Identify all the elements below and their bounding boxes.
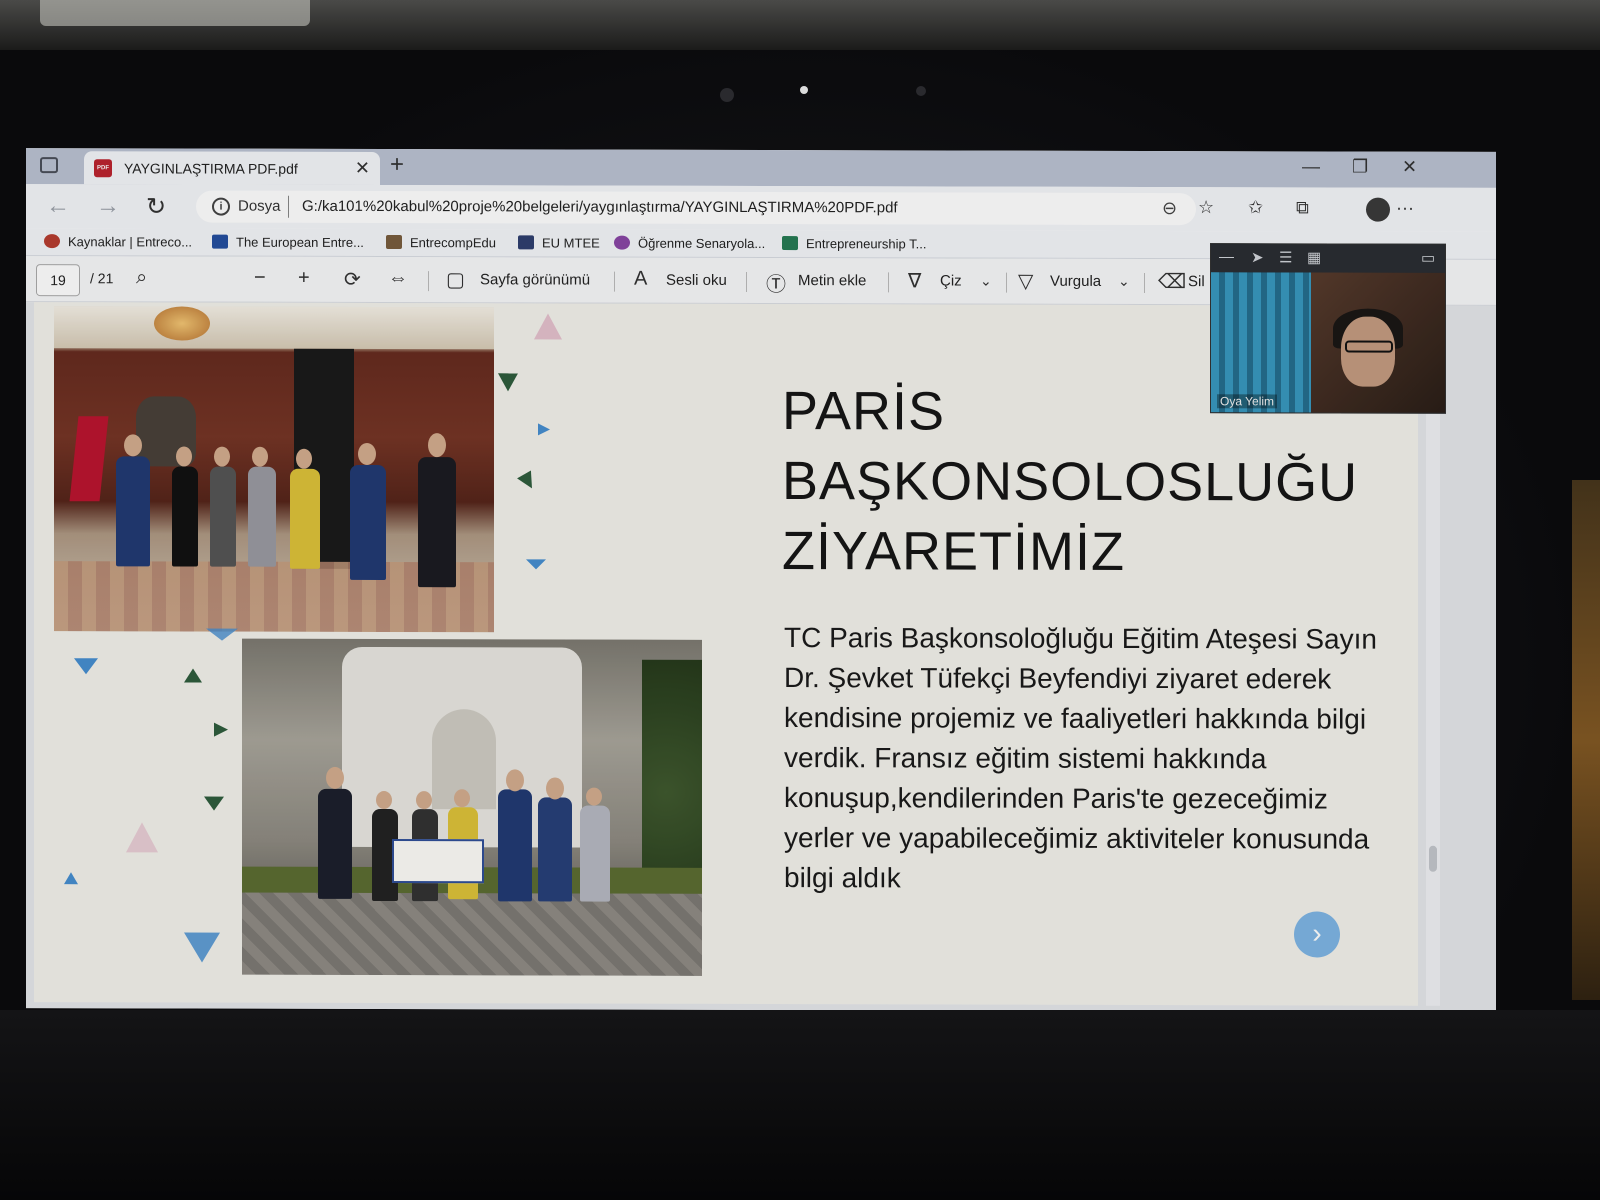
video-call-window[interactable]: — ➤ ☰ ▦ ▭ Oya Yelim xyxy=(1210,243,1446,414)
read-aloud-icon[interactable]: A xyxy=(634,268,647,291)
add-text-icon[interactable]: Ⓣ xyxy=(766,268,786,297)
favorites-icon[interactable]: ✩ xyxy=(1248,197,1263,218)
participant-name: Oya Yelim xyxy=(1217,394,1278,409)
highlight-icon[interactable]: ▽ xyxy=(1018,269,1033,294)
decor-triangle xyxy=(206,628,238,641)
url-text[interactable]: G:/ka101%20kabul%20proje%20belgeleri/yay… xyxy=(302,198,898,217)
pdf-icon: PDF xyxy=(94,159,112,178)
decor-triangle xyxy=(526,559,546,570)
bookmark-icon xyxy=(386,235,402,250)
address-bar[interactable]: i Dosya G:/ka101%20kabul%20proje%20belge… xyxy=(196,190,1196,226)
zoom-in-icon[interactable]: + xyxy=(298,267,310,290)
tab-title: YAYGINLAŞTIRMA PDF.pdf xyxy=(124,160,298,177)
highlight-button[interactable]: Vurgula xyxy=(1050,273,1101,290)
bookmark-ogrenme-senaryolari[interactable]: Öğrenme Senaryola... xyxy=(614,235,765,251)
rotate-icon[interactable]: ⟳ xyxy=(344,267,361,292)
toolbar-divider xyxy=(428,271,429,292)
draw-button[interactable]: Çiz xyxy=(940,272,962,289)
profile-avatar[interactable] xyxy=(1366,197,1390,222)
bookmark-icon xyxy=(44,234,60,249)
expand-video-icon[interactable]: ▭ xyxy=(1421,249,1435,267)
toolbar-divider xyxy=(888,272,889,293)
bookmark-icon xyxy=(518,235,534,250)
screen: PDF YAYGINLAŞTIRMA PDF.pdf ✕ + — ❐ ✕ ← →… xyxy=(26,148,1496,1012)
minimize-button[interactable]: — xyxy=(1302,156,1320,177)
bookmark-entrepreneurship[interactable]: Entrepreneurship T... xyxy=(782,236,926,251)
monitor-bezel-bottom xyxy=(0,1010,1600,1200)
decor-triangle xyxy=(498,373,518,392)
scrollbar-thumb[interactable] xyxy=(1429,845,1437,872)
chevron-down-icon[interactable]: ⌄ xyxy=(980,273,992,290)
info-icon[interactable]: i xyxy=(212,197,230,216)
webcam xyxy=(720,78,940,108)
decor-triangle xyxy=(214,722,228,737)
monitor-photo: PDF YAYGINLAŞTIRMA PDF.pdf ✕ + — ❐ ✕ ← →… xyxy=(0,0,1600,1200)
decor-triangle xyxy=(534,313,562,340)
bookmark-eu-mtee[interactable]: EU MTEE xyxy=(518,235,600,251)
search-icon[interactable]: ⌕ xyxy=(136,266,147,289)
bookmark-european-entre[interactable]: The European Entre... xyxy=(212,234,364,250)
slide-title-line: BAŞKONSOLOSLUĞU xyxy=(782,451,1359,513)
decor-triangle xyxy=(204,796,224,811)
page-view-button[interactable]: Sayfa görünümü xyxy=(480,271,590,288)
new-tab-button[interactable]: + xyxy=(390,151,404,179)
bookmark-icon xyxy=(782,236,798,251)
more-menu-icon[interactable]: ··· xyxy=(1396,198,1414,219)
grid-view-icon[interactable]: ▦ xyxy=(1307,248,1321,266)
decor-triangle xyxy=(74,658,98,675)
toolbar-divider xyxy=(746,271,747,292)
collections-icon[interactable]: ⧉ xyxy=(1296,197,1309,218)
paper-sticker xyxy=(40,0,310,26)
add-text-button[interactable]: Metin ekle xyxy=(798,272,866,289)
tab-pdf-document[interactable]: PDF YAYGINLAŞTIRMA PDF.pdf ✕ xyxy=(84,151,380,186)
consulate-group-photo xyxy=(54,306,494,633)
draw-icon[interactable]: ∇ xyxy=(908,268,921,293)
toolbar-divider xyxy=(1144,273,1145,294)
toolbar-divider xyxy=(1006,272,1007,293)
decor-triangle xyxy=(64,872,78,885)
decor-triangle xyxy=(538,423,550,436)
toolbar-divider xyxy=(614,271,615,292)
decor-triangle xyxy=(517,470,539,493)
video-controls-bar: — ➤ ☰ ▦ ▭ xyxy=(1211,244,1445,273)
bookmark-icon xyxy=(212,234,228,249)
tab-bar: PDF YAYGINLAŞTIRMA PDF.pdf ✕ + — ❐ ✕ xyxy=(26,148,1496,188)
decor-triangle xyxy=(184,932,220,963)
restore-button[interactable]: ❐ xyxy=(1352,157,1368,178)
back-arrow-icon[interactable]: ← xyxy=(46,192,70,220)
page-view-icon[interactable]: ▢ xyxy=(446,267,465,292)
background-light xyxy=(1572,480,1600,1000)
zoom-icon[interactable]: ⊖ xyxy=(1162,198,1177,219)
close-window-button[interactable]: ✕ xyxy=(1402,157,1417,178)
forward-arrow-icon[interactable]: → xyxy=(96,192,120,220)
read-aloud-button[interactable]: Sesli oku xyxy=(666,272,727,289)
bookmark-icon xyxy=(614,235,630,250)
eraser-icon[interactable]: ⌫ xyxy=(1158,269,1186,294)
cursor-icon: ➤ xyxy=(1251,249,1264,267)
monument-group-photo xyxy=(242,638,702,976)
add-favorite-icon[interactable]: ☆ xyxy=(1198,197,1214,218)
project-banner xyxy=(392,839,484,884)
minimize-video-icon[interactable]: — xyxy=(1219,248,1234,265)
address-bar-row: ← → ↻ i Dosya G:/ka101%20kabul%20proje%2… xyxy=(26,184,1496,232)
next-slide-button[interactable]: › xyxy=(1294,911,1340,958)
decor-triangle xyxy=(184,668,202,683)
tab-close-icon[interactable]: ✕ xyxy=(355,158,370,179)
scheme-label: Dosya xyxy=(238,197,281,215)
erase-button[interactable]: Sil xyxy=(1188,273,1205,290)
decor-triangle xyxy=(126,822,158,853)
chevron-down-icon[interactable]: ⌄ xyxy=(1118,273,1130,290)
page-number-input[interactable]: 19 xyxy=(36,264,80,297)
slide-title-line: ZİYARETİMİZ xyxy=(782,521,1125,582)
address-divider xyxy=(288,195,289,218)
refresh-icon[interactable]: ↻ xyxy=(146,192,166,221)
fit-page-icon[interactable]: ⇔ xyxy=(388,267,408,290)
page-total: / 21 xyxy=(90,270,114,287)
bookmark-kaynaklar[interactable]: Kaynaklar | Entreco... xyxy=(44,234,192,250)
bookmark-entrecompedu[interactable]: EntrecompEdu xyxy=(386,235,496,250)
slide-body-text: TC Paris Başkonsoloğluğu Eğitim Ateşesi … xyxy=(784,622,1377,894)
list-view-icon[interactable]: ☰ xyxy=(1279,248,1292,266)
zoom-out-icon[interactable]: − xyxy=(254,267,266,290)
tab-actions-icon[interactable] xyxy=(40,157,58,174)
